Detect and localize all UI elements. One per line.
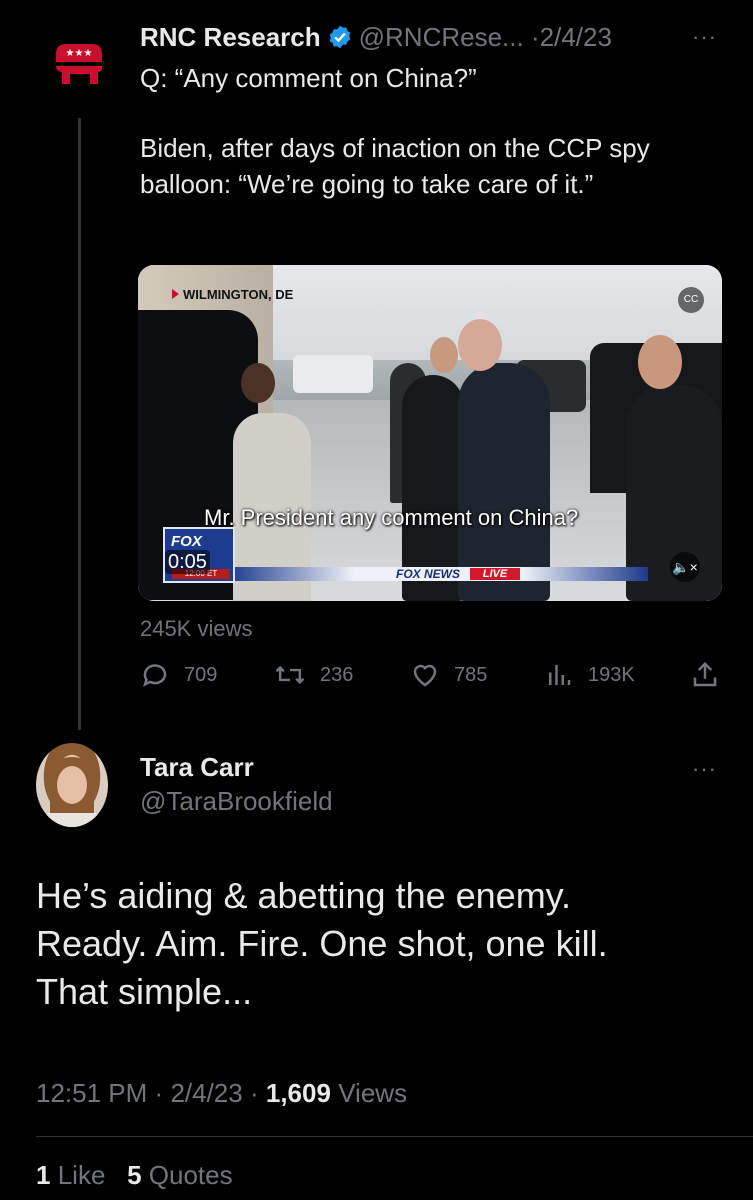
tweet-action-bar: 709 236 785 193K [140, 660, 720, 696]
video-head-agent-right [638, 335, 682, 389]
quote-stat-label: Quotes [148, 1160, 233, 1190]
svg-text:★★★: ★★★ [66, 48, 93, 59]
tweet-date[interactable]: 2/4/23 [540, 22, 612, 52]
reply-text-line: That simple... [36, 971, 253, 1012]
divider [36, 1136, 753, 1137]
tweet-text-line: Q: “Any comment on China?” [140, 63, 477, 93]
reply-text-line: Ready. Aim. Fire. One shot, one kill. [36, 923, 608, 964]
video-white-truck [293, 355, 373, 393]
rnc-avatar[interactable]: ★★★ [52, 40, 106, 90]
tweet-text-paragraph: Biden, after days of inaction on the CCP… [140, 133, 650, 199]
reply-author-name[interactable]: Tara Carr [140, 752, 254, 783]
reply-date[interactable]: 2/4/23 [170, 1078, 242, 1108]
author-name[interactable]: RNC Research [140, 22, 321, 52]
video-duration: 0:05 [165, 550, 210, 574]
captions-icon[interactable]: CC [678, 287, 704, 313]
video-person-president [458, 363, 550, 601]
mute-icon[interactable]: 🔈× [670, 552, 700, 582]
video-caption: Mr. President any comment on China? [204, 505, 579, 530]
share-icon [693, 661, 717, 687]
views-button[interactable]: 193K [544, 660, 635, 690]
like-count: 785 [454, 663, 488, 686]
reply-icon [142, 664, 167, 687]
reply-text: He’s aiding & abetting the enemy. Ready.… [36, 872, 726, 1016]
reply-button[interactable]: 709 [140, 660, 217, 690]
video-player[interactable]: WILMINGTON, DE CC Mr. President any comm… [138, 265, 722, 601]
reply-author-handle[interactable]: @TaraBrookfield [140, 786, 333, 817]
author-handle[interactable]: @RNCRese... [359, 22, 524, 52]
share-button[interactable] [690, 660, 734, 690]
parent-tweet-header: RNC Research @RNCRese... ·2/4/23 [140, 20, 612, 54]
like-button[interactable]: 785 [410, 660, 487, 690]
reply-stats: 1 Like 5 Quotes [36, 1160, 233, 1191]
retweet-icon [275, 665, 305, 685]
quote-stat-count: 5 [127, 1160, 142, 1190]
rnc-elephant-logo: ★★★ [56, 44, 102, 84]
views-count: 193K [588, 663, 635, 686]
retweet-count: 236 [320, 663, 354, 686]
parent-tweet-text: Q: “Any comment on China?” Biden, after … [140, 60, 700, 202]
reply-text-line: He’s aiding & abetting the enemy. [36, 875, 572, 916]
reply-time[interactable]: 12:51 PM [36, 1078, 147, 1108]
dot-separator: · [154, 1078, 164, 1108]
reply-metadata: 12:51 PM · 2/4/23 · 1,609 Views [36, 1078, 407, 1109]
analytics-icon [549, 665, 571, 685]
heart-icon [413, 664, 437, 687]
dot-separator: · [530, 22, 540, 52]
like-stat-count: 1 [36, 1160, 51, 1190]
video-head-president [458, 319, 502, 371]
reply-views-label: Views [338, 1078, 408, 1108]
live-badge: LIVE [470, 568, 520, 580]
more-options-icon[interactable]: ··· [692, 24, 717, 50]
fox-news-label: FOX NEWS [396, 567, 461, 581]
video-head-agent [430, 337, 458, 373]
reply-view-count: 1,609 [265, 1078, 331, 1108]
video-location-label: WILMINGTON, DE [172, 287, 293, 302]
reply-more-options-icon[interactable]: ··· [692, 756, 717, 782]
like-stat-label: Like [57, 1160, 106, 1190]
avatar-portrait [42, 757, 102, 827]
reply-count: 709 [184, 663, 218, 686]
reply-avatar[interactable] [36, 743, 108, 827]
verified-badge-icon [329, 25, 350, 49]
dot-separator: · [249, 1078, 259, 1108]
retweet-button[interactable]: 236 [274, 660, 353, 690]
thread-line [78, 118, 81, 730]
likes-stat[interactable]: 1 Like [36, 1160, 105, 1190]
video-head-woman [241, 363, 275, 403]
video-views: 245K views [140, 616, 253, 641]
quotes-stat[interactable]: 5 Quotes [127, 1160, 233, 1190]
